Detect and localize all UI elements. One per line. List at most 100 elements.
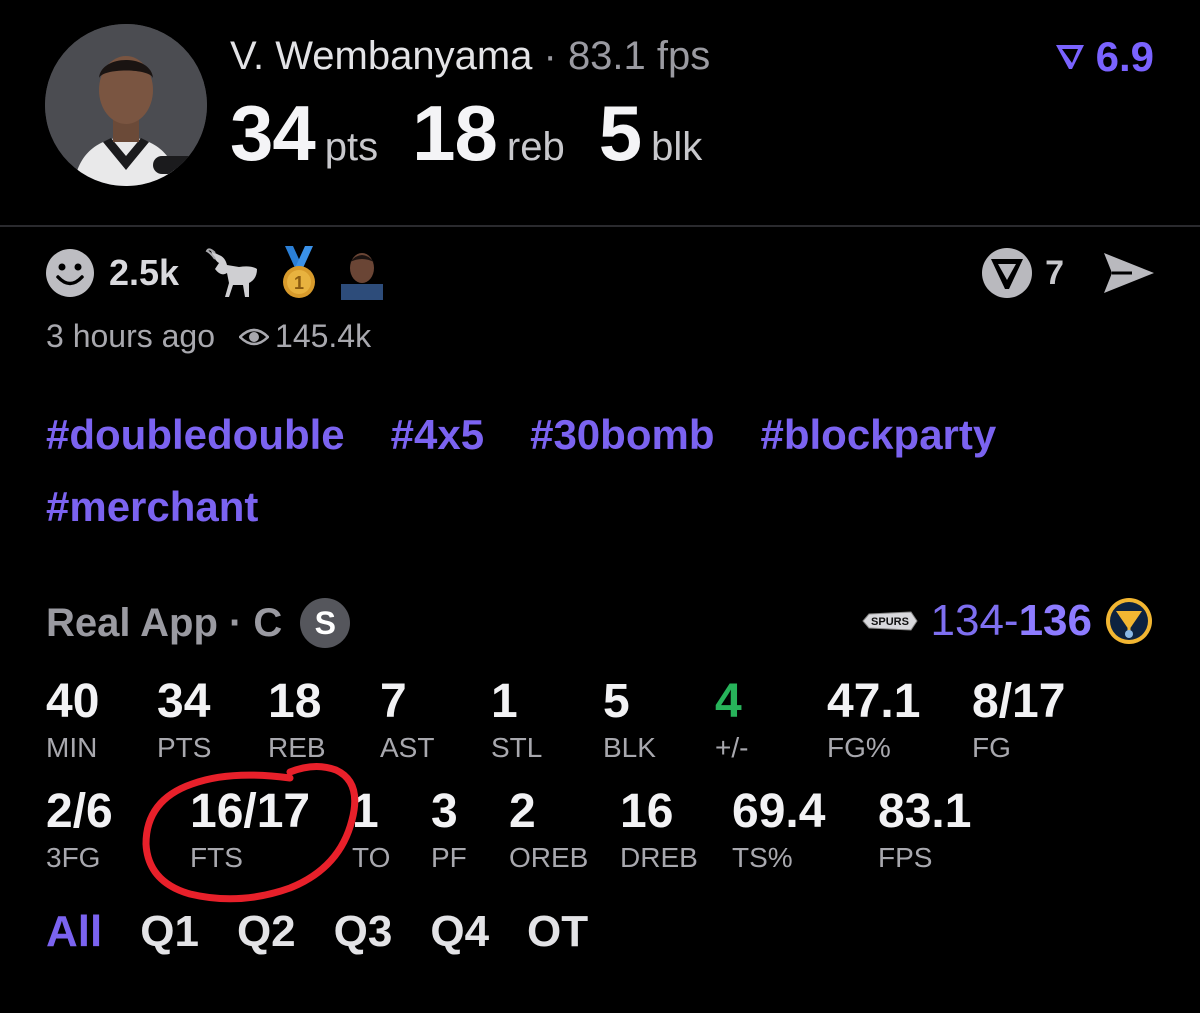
tab-q2[interactable]: Q2 — [237, 906, 296, 958]
stat-pts: 34 PTS — [157, 676, 211, 764]
hashtag[interactable]: #doubledouble — [46, 410, 345, 460]
smiley-icon[interactable] — [45, 248, 95, 298]
stat-value: 3 — [431, 785, 458, 838]
stat-value: 8/17 — [972, 675, 1066, 728]
period-tabs: All Q1 Q2 Q3 Q4 OT — [46, 906, 588, 958]
share-icon[interactable] — [1102, 251, 1156, 295]
headline-pts-value: 34 — [230, 89, 316, 177]
game-score[interactable]: SPURS 134-136 — [861, 596, 1155, 646]
stat-label: BLK — [603, 732, 656, 763]
stat-label: FG% — [827, 732, 891, 763]
stat-label: STL — [491, 732, 543, 763]
comment-count[interactable]: 7 — [1045, 254, 1064, 293]
stat-3fg: 2/6 3FG — [46, 786, 113, 874]
stat-label: AST — [380, 732, 435, 763]
stat-fg: 8/17 FG — [972, 676, 1065, 764]
stat-fg-pct: 47.1 FG% — [827, 676, 920, 764]
stat-label: FPS — [878, 842, 933, 873]
tab-q4[interactable]: Q4 — [430, 906, 489, 958]
goat-icon[interactable] — [205, 247, 263, 299]
comment-icon[interactable] — [981, 247, 1033, 299]
stat-label: +/- — [715, 732, 749, 763]
score-home: 134- — [930, 596, 1019, 645]
stat-oreb: 2 OREB — [509, 786, 588, 874]
stat-value: 1 — [491, 675, 518, 728]
stat-blk: 5 BLK — [603, 676, 656, 764]
tab-q3[interactable]: Q3 — [334, 906, 393, 958]
stat-label: TS% — [732, 842, 793, 873]
game-source: Real App · C S — [46, 598, 351, 648]
hashtag[interactable]: #merchant — [46, 482, 258, 532]
hashtag[interactable]: #30bomb — [530, 410, 714, 460]
real-logo-icon — [1055, 45, 1084, 69]
stat-value: 2 — [509, 785, 536, 838]
headline-stats: 34 pts 18 reb 5 blk — [230, 88, 736, 178]
stat-value: 16 — [620, 785, 674, 838]
player-name[interactable]: V. Wembanyama — [230, 34, 532, 78]
hashtag[interactable]: #4x5 — [391, 410, 484, 460]
stat-label: MIN — [46, 732, 98, 763]
rating-value: 6.9 — [1095, 33, 1154, 80]
stat-value: 69.4 — [732, 785, 826, 838]
stat-value: 83.1 — [878, 785, 972, 838]
stat-value: 18 — [268, 675, 322, 728]
stat-dreb: 16 DREB — [620, 786, 698, 874]
stat-pf: 3 PF — [431, 786, 467, 874]
stat-value: 4 — [715, 675, 742, 728]
stat-value: 16/17 — [190, 785, 311, 838]
reaction-count[interactable]: 2.5k — [109, 252, 179, 294]
stat-value: 2/6 — [46, 785, 113, 838]
stat-value: 40 — [46, 675, 100, 728]
stat-label: TO — [352, 842, 391, 873]
reactions-bar: 2.5k 1 — [45, 245, 389, 301]
stat-label: DREB — [620, 842, 698, 873]
time-ago: 3 hours ago — [46, 318, 216, 354]
headline-reb-unit: reb — [506, 125, 565, 169]
stat-label: PTS — [157, 732, 212, 763]
hashtag-list: #doubledouble #4x5 #30bomb #blockparty #… — [46, 410, 1166, 532]
stat-label: PF — [431, 842, 467, 873]
stat-label: FTS — [190, 842, 243, 873]
stat-reb: 18 REB — [268, 676, 326, 764]
headline-pts-unit: pts — [324, 125, 379, 169]
views: 145.4k — [239, 318, 371, 355]
separator: · — [532, 34, 568, 78]
score-away: 136 — [1018, 596, 1092, 645]
svg-text:SPURS: SPURS — [871, 616, 909, 628]
headline-blk-value: 5 — [598, 89, 642, 177]
stat-value: 7 — [380, 675, 407, 728]
stat-value: 5 — [603, 675, 630, 728]
player-avatar[interactable] — [45, 24, 207, 186]
player-line: V. Wembanyama · 83.1 fps — [230, 32, 710, 80]
player-photo-icon — [45, 24, 207, 186]
hashtag[interactable]: #blockparty — [760, 410, 996, 460]
stat-ts-pct: 69.4 TS% — [732, 786, 825, 874]
tab-q1[interactable]: Q1 — [140, 906, 199, 958]
rating-badge[interactable]: 6.9 — [1054, 34, 1154, 80]
stat-value: 1 — [352, 785, 379, 838]
player-avatar-icon[interactable] — [335, 246, 389, 300]
views-count: 145.4k — [275, 318, 372, 354]
svg-text:1: 1 — [294, 273, 304, 293]
headline-blk-unit: blk — [651, 125, 703, 169]
stat-plus-minus: 4 +/- — [715, 676, 748, 764]
gold-medal-icon[interactable]: 1 — [277, 246, 321, 300]
stat-fps: 83.1 FPS — [878, 786, 971, 874]
stat-value: 34 — [157, 675, 211, 728]
starter-badge: S — [300, 598, 351, 648]
stat-label: 3FG — [46, 842, 101, 873]
divider — [0, 225, 1200, 227]
fantasy-points: 83.1 fps — [567, 34, 711, 78]
stat-label: FG — [972, 732, 1011, 763]
stat-label: OREB — [509, 842, 589, 873]
stat-ast: 7 AST — [380, 676, 434, 764]
tab-all[interactable]: All — [46, 906, 102, 958]
post-meta: 3 hours ago 145.4k — [46, 318, 371, 355]
stat-fts: 16/17 FTS — [190, 786, 310, 874]
post-actions: 7 — [981, 246, 1156, 300]
eye-icon — [239, 328, 270, 345]
nuggets-logo-icon — [1106, 598, 1152, 644]
tab-ot[interactable]: OT — [527, 906, 588, 958]
stat-min: 40 MIN — [46, 676, 99, 764]
headline-reb-value: 18 — [412, 89, 498, 177]
